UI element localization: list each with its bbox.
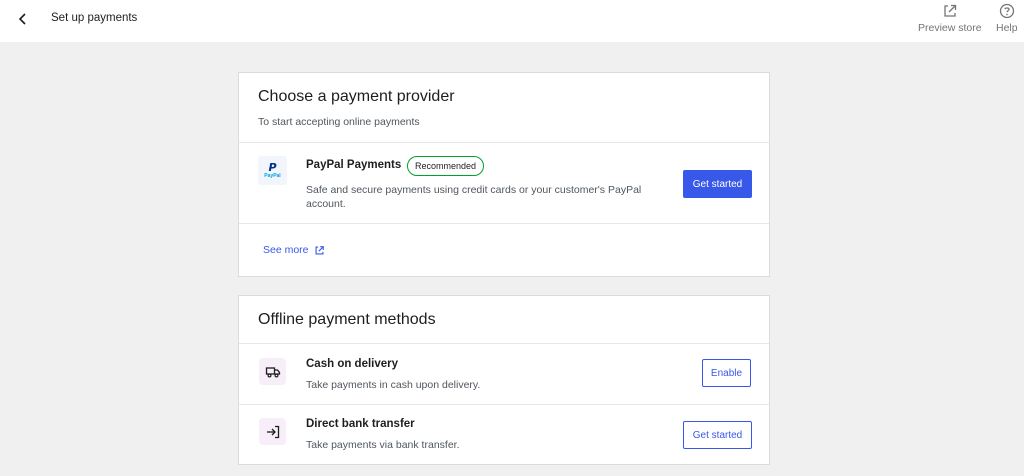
preview-store-button[interactable]: Preview store bbox=[918, 3, 982, 34]
truck-icon bbox=[265, 366, 280, 378]
help-icon bbox=[999, 3, 1014, 19]
recommended-badge: Recommended bbox=[407, 156, 485, 176]
help-button[interactable]: Help bbox=[996, 3, 1018, 34]
paypal-get-started-button[interactable]: Get started bbox=[683, 170, 752, 198]
page-title: Set up payments bbox=[51, 12, 138, 24]
bank-transfer-icon bbox=[266, 425, 279, 438]
divider bbox=[239, 223, 769, 224]
paypal-logo-letter: P bbox=[268, 161, 277, 174]
direct-bank-transfer-name: Direct bank transfer bbox=[306, 418, 415, 430]
paypal-description-line2: account. bbox=[306, 198, 346, 210]
paypal-logo-word: PayPal bbox=[264, 173, 281, 179]
offline-payments-card: Offline payment methods Cash on delivery… bbox=[238, 295, 770, 465]
payment-provider-title: Choose a payment provider bbox=[258, 88, 455, 105]
payment-provider-card: Choose a payment provider To start accep… bbox=[238, 72, 770, 277]
direct-bank-transfer-description: Take payments via bank transfer. bbox=[306, 439, 460, 451]
chevron-left-icon bbox=[18, 13, 26, 25]
paypal-name: PayPal Payments bbox=[306, 159, 402, 171]
external-link-icon bbox=[944, 4, 956, 17]
see-more-label: See more bbox=[263, 244, 309, 256]
cash-on-delivery-description: Take payments in cash upon delivery. bbox=[306, 379, 481, 391]
payment-provider-subtitle: To start accepting online payments bbox=[258, 116, 420, 128]
cash-on-delivery-enable-button[interactable]: Enable bbox=[702, 359, 751, 387]
external-link-icon bbox=[315, 245, 324, 254]
bank-transfer-icon-tile bbox=[259, 418, 286, 445]
preview-store-label: Preview store bbox=[918, 22, 982, 34]
offline-payments-title: Offline payment methods bbox=[258, 311, 436, 328]
see-more-link[interactable]: See more bbox=[263, 244, 325, 256]
paypal-logo: P PayPal bbox=[258, 156, 287, 185]
direct-bank-transfer-get-started-button[interactable]: Get started bbox=[683, 421, 752, 449]
back-button[interactable] bbox=[14, 10, 32, 28]
divider bbox=[239, 343, 769, 344]
paypal-description-line1: Safe and secure payments using credit ca… bbox=[306, 184, 642, 196]
cash-on-delivery-name: Cash on delivery bbox=[306, 358, 399, 370]
truck-icon-tile bbox=[259, 358, 286, 385]
top-bar: Set up payments Preview store Help bbox=[0, 0, 1024, 42]
help-label: Help bbox=[996, 22, 1018, 34]
divider bbox=[239, 404, 769, 405]
divider bbox=[239, 142, 769, 143]
